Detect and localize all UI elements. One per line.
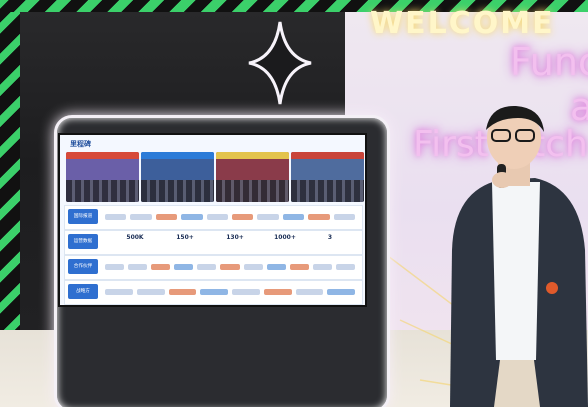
event-photo-4 (291, 152, 364, 202)
media-logos (105, 212, 356, 222)
welcome-neon-text: WELCOME (370, 6, 555, 41)
row-label: 战略方 (68, 284, 98, 299)
speaker-person (450, 105, 588, 407)
stat-value: 3 (327, 234, 333, 241)
photo-scene: WELCOME Func a First Pitch 里程碑 国际报道 运营数据… (0, 0, 588, 407)
event-photo-1 (66, 152, 139, 202)
event-photo-3 (216, 152, 289, 202)
strategic-logos (105, 287, 355, 297)
milestone-row: 战略方 (64, 280, 363, 305)
neon-line-1: Func (510, 40, 588, 84)
milestone-row: 运营数据 500K 150+ 130+ 1000+ 3 (64, 230, 363, 255)
presentation-screen: 里程碑 国际报道 运营数据 500K 150+ 130+ 1000+ 3 合作伙… (58, 133, 367, 307)
stat-value: 150+ (176, 234, 194, 241)
stat-value: 500K (126, 234, 144, 241)
stat-value: 130+ (226, 234, 244, 241)
row-label: 国际报道 (68, 209, 98, 224)
stat-value: 1000+ (274, 234, 296, 241)
partner-logos (105, 262, 356, 272)
row-label: 合作伙伴 (68, 259, 98, 274)
diamond-logo-icon (248, 21, 312, 105)
milestone-row: 国际报道 (64, 205, 363, 230)
event-photo-2 (141, 152, 214, 202)
milestone-row: 合作伙伴 (64, 255, 363, 280)
row-label: 运营数据 (68, 234, 98, 249)
slide-title: 里程碑 (70, 140, 91, 148)
